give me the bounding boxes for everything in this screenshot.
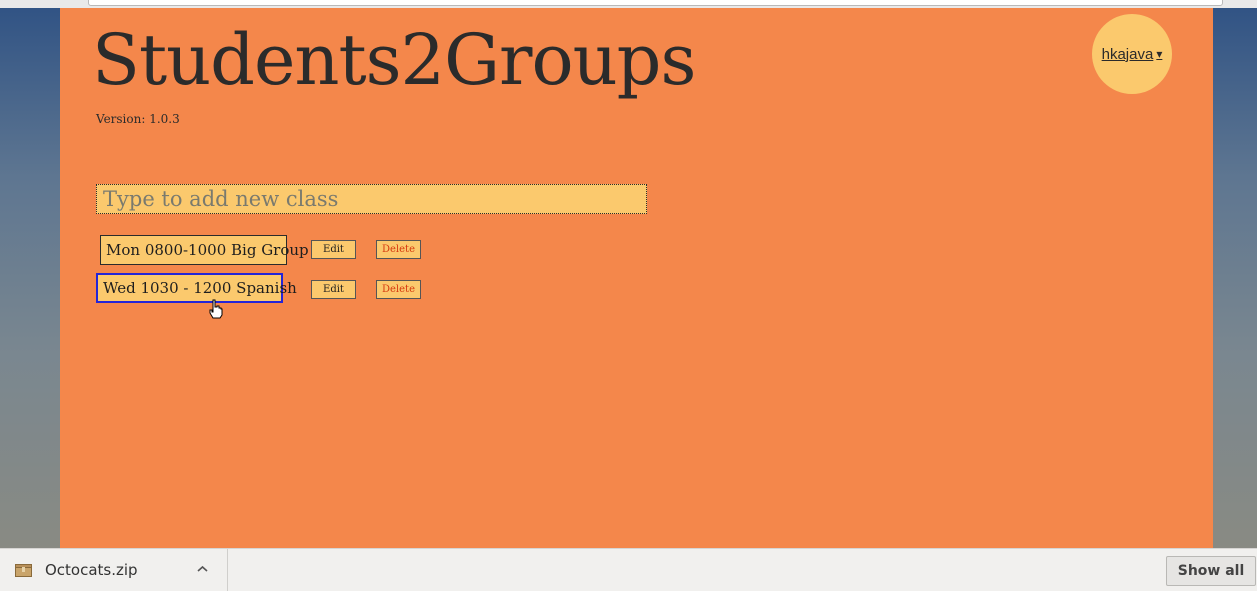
download-item[interactable]: Octocats.zip	[0, 549, 228, 591]
delete-button[interactable]: Delete	[376, 280, 421, 299]
hand-cursor-icon	[209, 299, 223, 319]
username-label: hkajava	[1101, 45, 1154, 63]
edit-button[interactable]: Edit	[311, 240, 356, 259]
download-bar: Octocats.zip Show all	[0, 548, 1257, 591]
address-bar[interactable]	[88, 0, 1223, 6]
app-page: Students2Groups Version: 1.0.3 hkajava ▾…	[60, 8, 1213, 548]
download-filename: Octocats.zip	[45, 561, 138, 579]
version-label: Version: 1.0.3	[96, 112, 180, 126]
class-name-field[interactable]: Mon 0800-1000 Big Group	[100, 235, 309, 265]
user-menu-button[interactable]: hkajava ▾	[1092, 14, 1172, 94]
app-title: Students2Groups	[92, 19, 696, 101]
class-name-field[interactable]: Wed 1030 - 1200 Spanish	[96, 273, 297, 303]
new-class-input[interactable]	[96, 184, 647, 214]
caret-down-icon: ▾	[1156, 47, 1163, 61]
delete-button[interactable]: Delete	[376, 240, 421, 259]
edit-button[interactable]: Edit	[311, 280, 356, 299]
zip-file-icon	[15, 564, 32, 577]
show-all-button[interactable]: Show all	[1166, 556, 1256, 586]
browser-top-strip	[0, 0, 1257, 8]
chevron-up-icon[interactable]	[196, 564, 209, 574]
